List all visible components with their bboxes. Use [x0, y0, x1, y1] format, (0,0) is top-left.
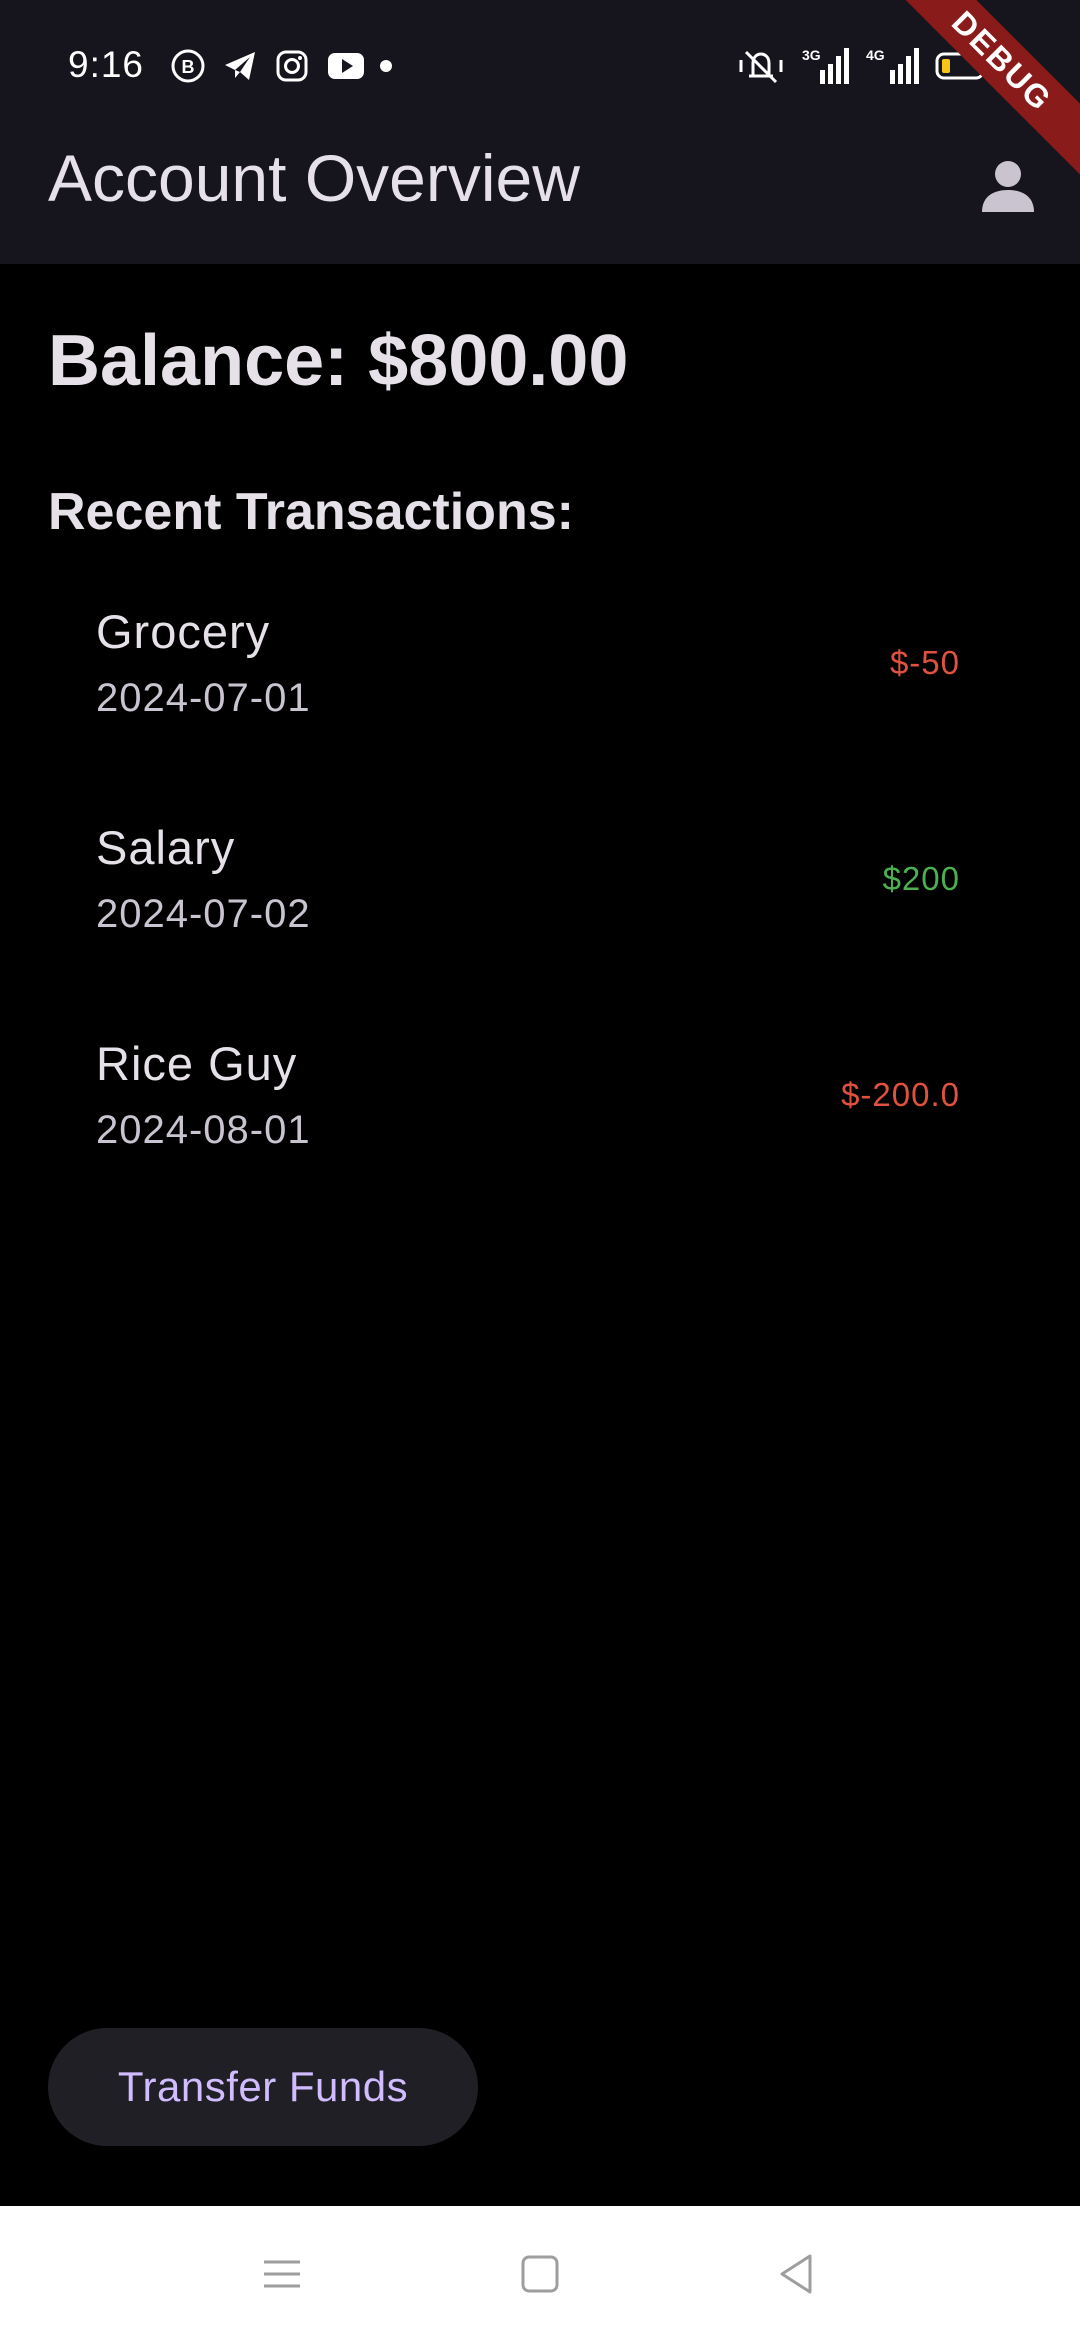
youtube-icon — [328, 53, 364, 79]
menu-icon[interactable] — [258, 2250, 306, 2298]
svg-text:B: B — [182, 57, 195, 77]
transaction-item: Rice Guy 2024-08-01 $-200.0 — [0, 1012, 1080, 1228]
vibrate-icon — [739, 50, 783, 84]
telegram-icon — [225, 52, 255, 80]
transaction-title: Grocery — [96, 605, 271, 658]
status-bar: 9:16 B 3G 4G DEBUG — [0, 0, 1080, 192]
transaction-date: 2024-07-02 — [96, 892, 311, 936]
recent-transactions-heading: Recent Transactions: — [48, 483, 574, 541]
b-icon: B — [171, 49, 205, 83]
transaction-date: 2024-07-01 — [96, 676, 311, 720]
instagram-icon — [276, 50, 308, 82]
transaction-title: Salary — [96, 821, 236, 874]
transfer-funds-button[interactable]: Transfer Funds — [48, 2028, 478, 2146]
app-bar: 9:16 B 3G 4G DEBUG Account Overview — [0, 0, 1080, 264]
transaction-amount: $-50 — [889, 644, 960, 681]
status-time: 9:16 — [68, 44, 145, 85]
home-icon[interactable] — [516, 2250, 564, 2298]
transaction-title: Rice Guy — [96, 1037, 298, 1090]
balance-text: Balance: $800.00 — [48, 321, 629, 401]
signal-4g-icon: 4G — [866, 47, 919, 84]
signal-3g-icon: 3G — [802, 47, 849, 84]
transaction-date: 2024-08-01 — [96, 1108, 311, 1152]
svg-text:3G: 3G — [802, 47, 821, 63]
back-icon[interactable] — [772, 2250, 820, 2298]
svg-text:4G: 4G — [866, 47, 885, 63]
navigation-bar — [0, 2206, 1080, 2340]
transaction-item: Grocery 2024-07-01 $-50 — [0, 580, 1080, 796]
dot-icon — [380, 60, 392, 72]
person-icon — [982, 161, 1034, 212]
page-title: Account Overview — [48, 141, 580, 215]
transaction-item: Salary 2024-07-02 $200 — [0, 796, 1080, 1012]
transaction-amount: $200 — [882, 860, 960, 897]
transaction-amount: $-200.0 — [841, 1076, 960, 1113]
profile-button[interactable] — [968, 146, 1048, 226]
